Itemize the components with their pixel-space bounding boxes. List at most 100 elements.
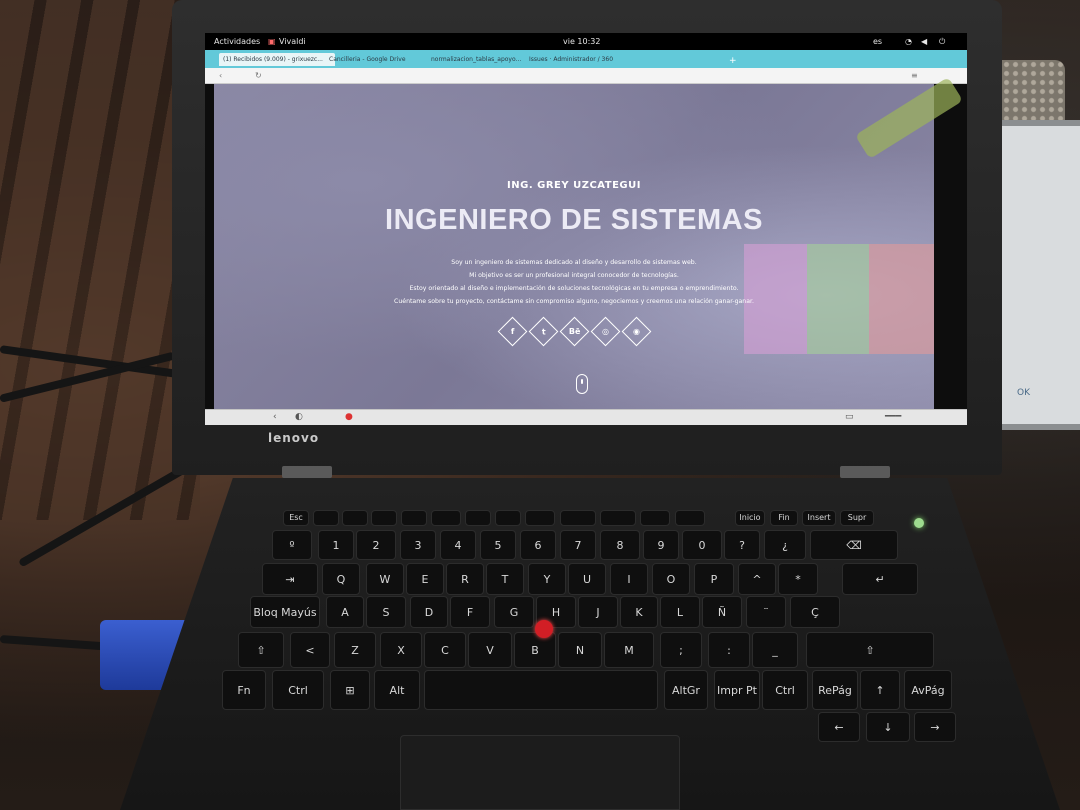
key[interactable]: Fn [222,670,266,710]
key[interactable]: U [568,563,606,595]
key[interactable] [525,510,555,526]
key[interactable]: 2 [356,530,396,560]
key[interactable]: ^ [738,563,776,595]
key[interactable]: 9 [643,530,679,560]
key[interactable]: º [272,530,312,560]
behance-icon[interactable]: Bē [559,316,589,347]
key[interactable]: ? [724,530,760,560]
key[interactable]: I [610,563,648,595]
key[interactable]: ↵ [842,563,918,595]
tab-drive[interactable]: Cancilleria - Google Drive [325,53,425,66]
key[interactable]: N [558,632,602,668]
key[interactable]: R [446,563,484,595]
key[interactable]: M [604,632,654,668]
zoom-slider[interactable]: ━━━ [885,412,901,422]
activities-button[interactable]: Actividades [214,37,260,46]
key[interactable] [675,510,705,526]
dribbble-icon[interactable]: ◉ [621,316,651,347]
key[interactable]: < [290,632,330,668]
trackpoint[interactable] [535,620,553,638]
key[interactable]: O [652,563,690,595]
key[interactable]: ¿ [764,530,806,560]
key[interactable]: Bloq Mayús [250,596,320,628]
panel-toggle-icon[interactable]: ‹ [273,412,277,422]
key[interactable]: Ctrl [762,670,808,710]
key[interactable]: 4 [440,530,476,560]
tab-issues[interactable]: Issues · Administrador / 360 [525,53,625,66]
key[interactable]: ; [660,632,702,668]
key[interactable] [431,510,461,526]
key[interactable]: A [326,596,364,628]
volume-icon[interactable]: ◀ [921,37,927,46]
keyboard-layout[interactable]: es [873,37,882,46]
key[interactable] [640,510,670,526]
twitter-icon[interactable]: t [528,316,558,347]
key[interactable]: * [778,563,818,595]
key[interactable]: ⇥ [262,563,318,595]
key[interactable]: Alt [374,670,420,710]
image-toggle-icon[interactable]: ▭ [845,412,854,422]
power-icon[interactable]: ⏻ [939,37,945,47]
key[interactable] [465,510,491,526]
key[interactable]: P [694,563,734,595]
key[interactable]: S [366,596,406,628]
key[interactable]: 1 [318,530,354,560]
key[interactable]: C [424,632,466,668]
tab-normalizacion[interactable]: normalizacion_tablas_apoyo... [427,53,523,66]
key[interactable]: ← [818,712,860,742]
key[interactable]: Impr Pt [714,670,760,710]
key[interactable]: Ç [790,596,840,628]
vivaldi-status-icon[interactable]: ● [345,412,353,422]
key[interactable]: W [366,563,404,595]
key[interactable]: B [514,632,556,668]
key[interactable] [600,510,636,526]
key[interactable] [560,510,596,526]
key[interactable]: ⇧ [238,632,284,668]
address-bar[interactable]: ‹ ↻ ≡ [205,68,967,84]
key[interactable]: 5 [480,530,516,560]
key[interactable]: Ñ [702,596,742,628]
menu-icon[interactable]: ≡ [911,71,918,80]
key[interactable]: K [620,596,658,628]
reload-icon[interactable]: ↻ [255,71,262,80]
key[interactable]: Esc [283,510,309,526]
facebook-icon[interactable]: f [497,316,527,347]
key[interactable] [313,510,339,526]
key[interactable]: T [486,563,524,595]
key[interactable]: V [468,632,512,668]
key[interactable]: ⌫ [810,530,898,560]
back-icon[interactable]: ‹ [219,71,222,80]
key[interactable]: : [708,632,750,668]
key[interactable]: ↑ [860,670,900,710]
new-tab-button[interactable]: + [725,53,739,66]
key[interactable]: Y [528,563,566,595]
key[interactable]: ↓ [866,712,910,742]
key[interactable]: Z [334,632,376,668]
key[interactable]: Q [322,563,360,595]
sync-icon[interactable]: ◐ [295,412,303,422]
tab-gmail[interactable]: (1) Recibidos (9.009) - grixuezc... [219,53,335,66]
key[interactable]: 8 [600,530,640,560]
key[interactable]: X [380,632,422,668]
touchpad[interactable] [400,735,680,810]
scroll-down-icon[interactable] [576,374,588,394]
key[interactable]: ¨ [746,596,786,628]
key[interactable]: _ [752,632,798,668]
key[interactable] [342,510,368,526]
clock[interactable]: vie 10:32 [563,37,600,46]
instagram-icon[interactable]: ◎ [590,316,620,347]
key[interactable]: ⇧ [806,632,934,668]
key[interactable]: Fin [770,510,798,526]
key[interactable]: → [914,712,956,742]
app-menu[interactable]: Vivaldi [279,37,306,46]
key[interactable] [495,510,521,526]
key[interactable]: 0 [682,530,722,560]
key[interactable]: AltGr [664,670,708,710]
key[interactable]: 6 [520,530,556,560]
key[interactable] [401,510,427,526]
key[interactable]: Insert [802,510,836,526]
key[interactable]: AvPág [904,670,952,710]
key[interactable]: E [406,563,444,595]
key[interactable] [371,510,397,526]
key[interactable]: G [494,596,534,628]
